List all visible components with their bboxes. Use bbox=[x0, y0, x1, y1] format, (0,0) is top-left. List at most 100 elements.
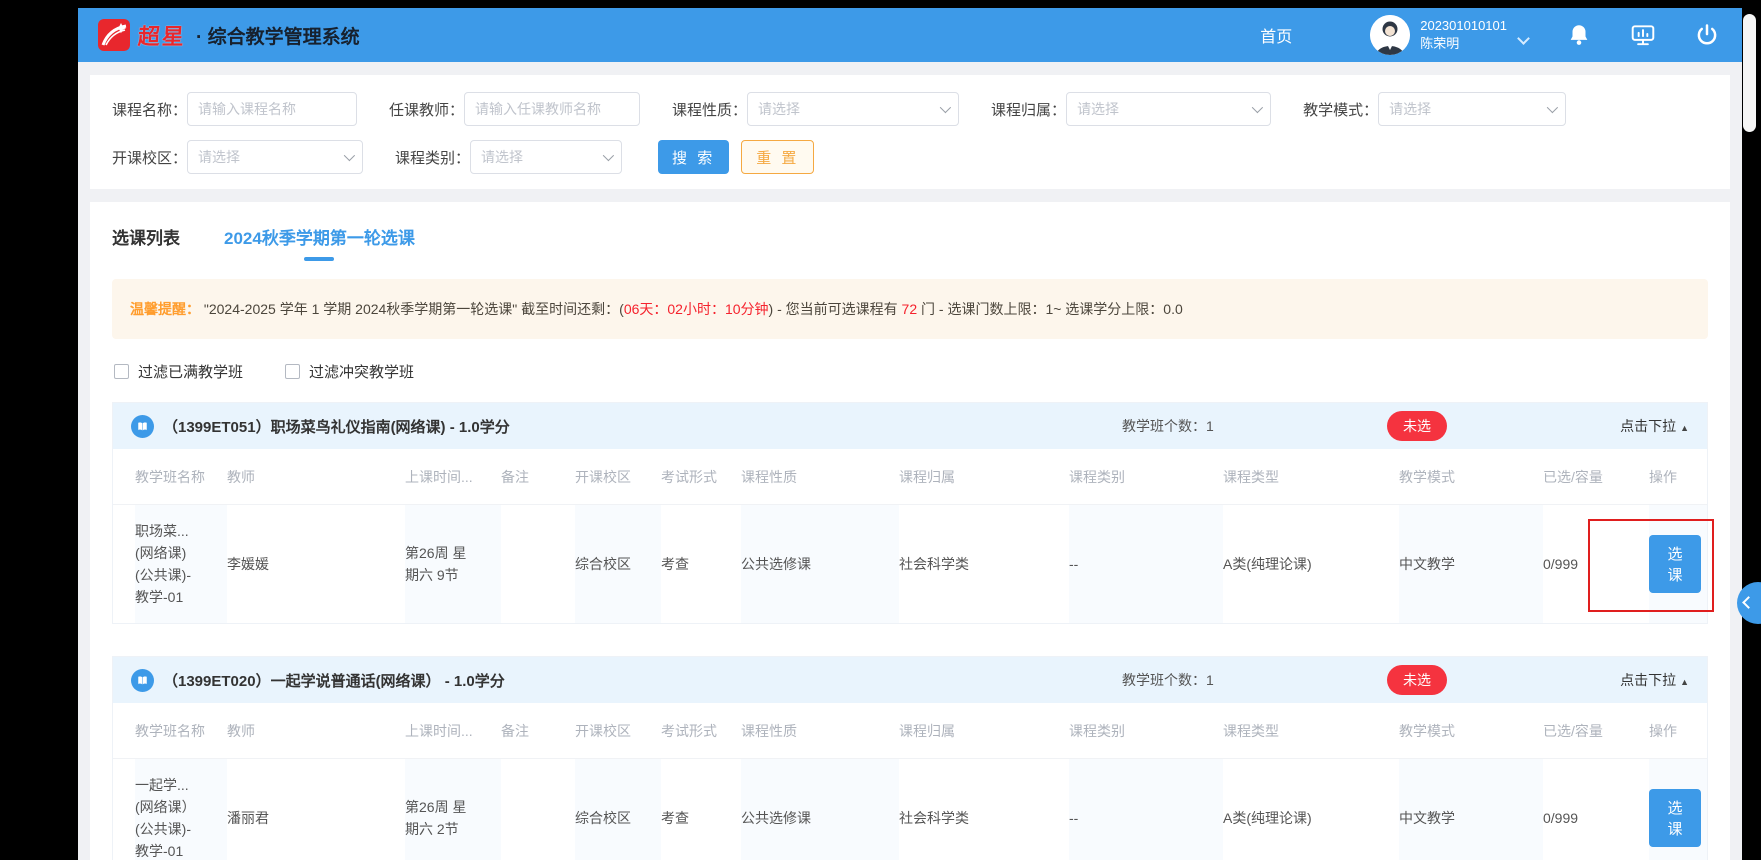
select-course-button[interactable]: 选课 bbox=[1649, 535, 1701, 593]
user-menu-chevron-down-icon[interactable] bbox=[1517, 32, 1530, 45]
course-title: （1399ET051）职场菜鸟礼仪指南(网络课) - 1.0学分 bbox=[163, 416, 1122, 437]
column-header-8: 课程归属 bbox=[899, 721, 1069, 741]
notice-course-count: 72 bbox=[902, 301, 918, 317]
column-header-9: 课程类别 bbox=[1069, 467, 1223, 487]
notice-label: 温馨提醒： bbox=[130, 301, 200, 317]
course-belong-select[interactable]: 请选择 bbox=[1066, 92, 1271, 126]
cell-belong: 社会科学类 bbox=[899, 553, 1069, 575]
cell-capacity: 0/999 bbox=[1543, 553, 1649, 575]
collapse-toggle[interactable]: 点击下拉▲ bbox=[1537, 670, 1689, 690]
cell-exam: 考查 bbox=[661, 807, 741, 829]
tabs-bar: 选课列表 2024秋季学期第一轮选课 bbox=[112, 218, 1708, 263]
chevron-down-icon bbox=[603, 150, 614, 161]
bell-icon[interactable] bbox=[1566, 22, 1592, 48]
course-nature-select[interactable]: 请选择 bbox=[747, 92, 959, 126]
chevron-left-icon bbox=[1742, 596, 1755, 609]
teach-mode-select[interactable]: 请选择 bbox=[1378, 92, 1566, 126]
cell-capacity: 0/999 bbox=[1543, 807, 1649, 829]
table-header-row: 教学班名称教师上课时间...备注开课校区考试形式课程性质课程归属课程类别课程类型… bbox=[113, 703, 1707, 759]
table-row: 职场菜... (网络课) (公共课)- 教学-01 李媛媛 第26周 星 期六 … bbox=[113, 505, 1707, 623]
user-id: 202301010101 bbox=[1420, 17, 1507, 35]
teacher-input[interactable] bbox=[464, 92, 640, 126]
cell-class-name: 职场菜... (网络课) (公共课)- 教学-01 bbox=[135, 505, 227, 623]
column-header-1: 教学班名称 bbox=[135, 721, 227, 741]
class-count: 教学班个数：1 bbox=[1122, 670, 1297, 690]
select-course-button[interactable]: 选课 bbox=[1649, 789, 1701, 847]
avatar[interactable] bbox=[1370, 15, 1410, 55]
cell-belong: 社会科学类 bbox=[899, 807, 1069, 829]
filter-checkboxes: 过滤已满教学班 过滤冲突教学班 bbox=[114, 361, 1708, 382]
teach-mode-label: 教学模式： bbox=[1303, 99, 1378, 120]
search-button[interactable]: 搜 索 bbox=[658, 140, 729, 174]
column-header-8: 课程归属 bbox=[899, 467, 1069, 487]
cell-mode: 中文教学 bbox=[1399, 505, 1543, 623]
column-header-4: 备注 bbox=[501, 467, 575, 487]
cell-campus: 综合校区 bbox=[575, 505, 661, 623]
reset-button[interactable]: 重 置 bbox=[741, 140, 814, 174]
course-header[interactable]: （1399ET020）一起学说普通话(网络课） - 1.0学分 教学班个数：1 … bbox=[113, 657, 1707, 703]
cell-class-name: 一起学... (网络课） (公共课)- 教学-01 bbox=[135, 759, 227, 860]
column-header-1: 教学班名称 bbox=[135, 467, 227, 487]
user-info[interactable]: 202301010101 陈荣明 bbox=[1420, 17, 1507, 53]
chevron-down-icon bbox=[1252, 102, 1263, 113]
cell-category: -- bbox=[1069, 505, 1223, 623]
course-name-label: 课程名称： bbox=[112, 99, 187, 120]
column-header-3: 上课时间... bbox=[405, 721, 501, 741]
checkbox-icon[interactable] bbox=[285, 364, 300, 379]
chevron-down-icon bbox=[940, 102, 951, 113]
chevron-down-icon bbox=[1547, 102, 1558, 113]
course-category-label: 课程类别： bbox=[395, 147, 470, 168]
cell-category: -- bbox=[1069, 759, 1223, 860]
app-window: 超星 · 综合教学管理系统 首页 202301010101 陈荣明 bbox=[78, 8, 1742, 860]
monitor-icon[interactable] bbox=[1630, 22, 1656, 48]
course-card-1: （1399ET051）职场菜鸟礼仪指南(网络课) - 1.0学分 教学班个数：1… bbox=[112, 402, 1708, 624]
course-selection-panel: 选课列表 2024秋季学期第一轮选课 温馨提醒： "2024-2025 学年 1… bbox=[90, 202, 1730, 860]
chevron-down-icon bbox=[344, 150, 355, 161]
cell-time: 第26周 星 期六 9节 bbox=[405, 505, 501, 623]
column-header-2: 教师 bbox=[227, 467, 405, 487]
column-header-12: 已选/容量 bbox=[1543, 467, 1649, 487]
cell-time: 第26周 星 期六 2节 bbox=[405, 759, 501, 860]
chaoxing-logo-icon bbox=[98, 19, 130, 51]
cell-nature: 公共选修课 bbox=[741, 505, 899, 623]
book-icon bbox=[131, 415, 154, 438]
scrollbar-thumb[interactable] bbox=[1743, 14, 1756, 132]
column-header-12: 已选/容量 bbox=[1543, 721, 1649, 741]
campus-select[interactable]: 请选择 bbox=[187, 140, 363, 174]
book-icon bbox=[131, 669, 154, 692]
column-header-4: 备注 bbox=[501, 721, 575, 741]
course-name-input[interactable] bbox=[187, 92, 357, 126]
notice-bar: 温馨提醒： "2024-2025 学年 1 学期 2024秋季学期第一轮选课" … bbox=[112, 279, 1708, 339]
cell-mode: 中文教学 bbox=[1399, 759, 1543, 860]
checkbox-icon[interactable] bbox=[114, 364, 129, 379]
top-header: 超星 · 综合教学管理系统 首页 202301010101 陈荣明 bbox=[78, 8, 1742, 62]
filter-panel: 课程名称： 任课教师： 课程性质： 请选择 课程归属： 请选择 bbox=[90, 75, 1730, 189]
nav-home-link[interactable]: 首页 bbox=[1260, 23, 1292, 47]
power-icon[interactable] bbox=[1694, 22, 1720, 48]
course-nature-label: 课程性质： bbox=[672, 99, 747, 120]
column-header-13: 操作 bbox=[1649, 721, 1707, 741]
cell-teacher: 李媛媛 bbox=[227, 553, 405, 575]
course-belong-label: 课程归属： bbox=[991, 99, 1066, 120]
brand: 超星 · 综合教学管理系统 bbox=[98, 19, 360, 51]
column-header-2: 教师 bbox=[227, 721, 405, 741]
app-title: · 综合教学管理系统 bbox=[196, 22, 360, 49]
collapse-toggle[interactable]: 点击下拉▲ bbox=[1537, 416, 1689, 436]
course-title: （1399ET020）一起学说普通话(网络课） - 1.0学分 bbox=[163, 670, 1122, 691]
notice-text: "2024-2025 学年 1 学期 2024秋季学期第一轮选课" 截至时间还剩… bbox=[204, 301, 624, 317]
column-header-11: 教学模式 bbox=[1399, 467, 1543, 487]
class-count: 教学班个数：1 bbox=[1122, 416, 1297, 436]
course-category-select[interactable]: 请选择 bbox=[470, 140, 622, 174]
column-header-6: 考试形式 bbox=[661, 721, 741, 741]
cell-exam: 考查 bbox=[661, 553, 741, 575]
course-header[interactable]: （1399ET051）职场菜鸟礼仪指南(网络课) - 1.0学分 教学班个数：1… bbox=[113, 403, 1707, 449]
triangle-up-icon: ▲ bbox=[1680, 423, 1689, 433]
filter-row-1: 课程名称： 任课教师： 课程性质： 请选择 课程归属： 请选择 bbox=[112, 92, 1708, 126]
cell-type: A类(纯理论课) bbox=[1223, 807, 1399, 829]
checkbox-filter-full-classes[interactable]: 过滤已满教学班 bbox=[114, 361, 243, 382]
column-header-11: 教学模式 bbox=[1399, 721, 1543, 741]
tab-semester-round[interactable]: 2024秋季学期第一轮选课 bbox=[224, 224, 415, 249]
triangle-up-icon: ▲ bbox=[1680, 677, 1689, 687]
checkbox-filter-conflict-classes[interactable]: 过滤冲突教学班 bbox=[285, 361, 414, 382]
status-badge: 未选 bbox=[1387, 411, 1447, 441]
